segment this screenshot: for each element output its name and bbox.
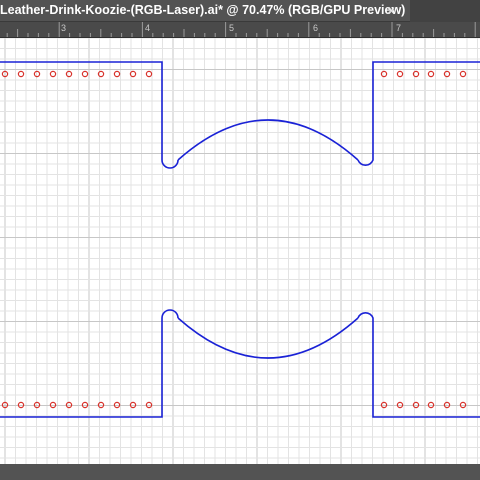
stitch-hole — [145, 70, 153, 78]
stitch-hole — [49, 70, 57, 78]
stitch-hole — [81, 70, 89, 78]
stitch-hole — [113, 70, 121, 78]
ruler-number-6: 6 — [313, 23, 319, 33]
artwork-svg — [0, 38, 480, 464]
artboard-canvas[interactable] — [0, 38, 480, 464]
stitch-hole — [427, 70, 435, 78]
bottom-right-panel[interactable] — [357, 312, 480, 418]
illustrator-window: Leather-Drink-Koozie-(RGB-Laser).ai* @ 7… — [0, 0, 480, 480]
stitch-hole — [459, 70, 467, 78]
ruler-number-4: 4 — [145, 23, 151, 33]
bottom-bar — [0, 464, 480, 480]
ruler-number-5: 5 — [229, 23, 235, 33]
stitch-hole — [65, 70, 73, 78]
stitch-hole — [17, 70, 25, 78]
horizontal-ruler[interactable]: 3 4 5 6 7 — [0, 22, 480, 38]
ruler-ticks — [6, 22, 476, 37]
grid — [0, 38, 480, 464]
ruler-number-3: 3 — [61, 23, 67, 33]
stitch-hole — [380, 70, 388, 78]
ruler-number-7: 7 — [396, 23, 402, 33]
top-right-panel[interactable] — [357, 61, 480, 166]
stitch-hole — [396, 70, 404, 78]
document-tab-title: Leather-Drink-Koozie-(RGB-Laser).ai* @ 7… — [0, 3, 406, 17]
close-icon[interactable]: ✕ — [382, 2, 400, 20]
document-tab-bar: Leather-Drink-Koozie-(RGB-Laser).ai* @ 7… — [0, 0, 480, 22]
document-tab[interactable]: Leather-Drink-Koozie-(RGB-Laser).ai* @ 7… — [0, 0, 410, 22]
stitch-hole — [443, 70, 451, 78]
